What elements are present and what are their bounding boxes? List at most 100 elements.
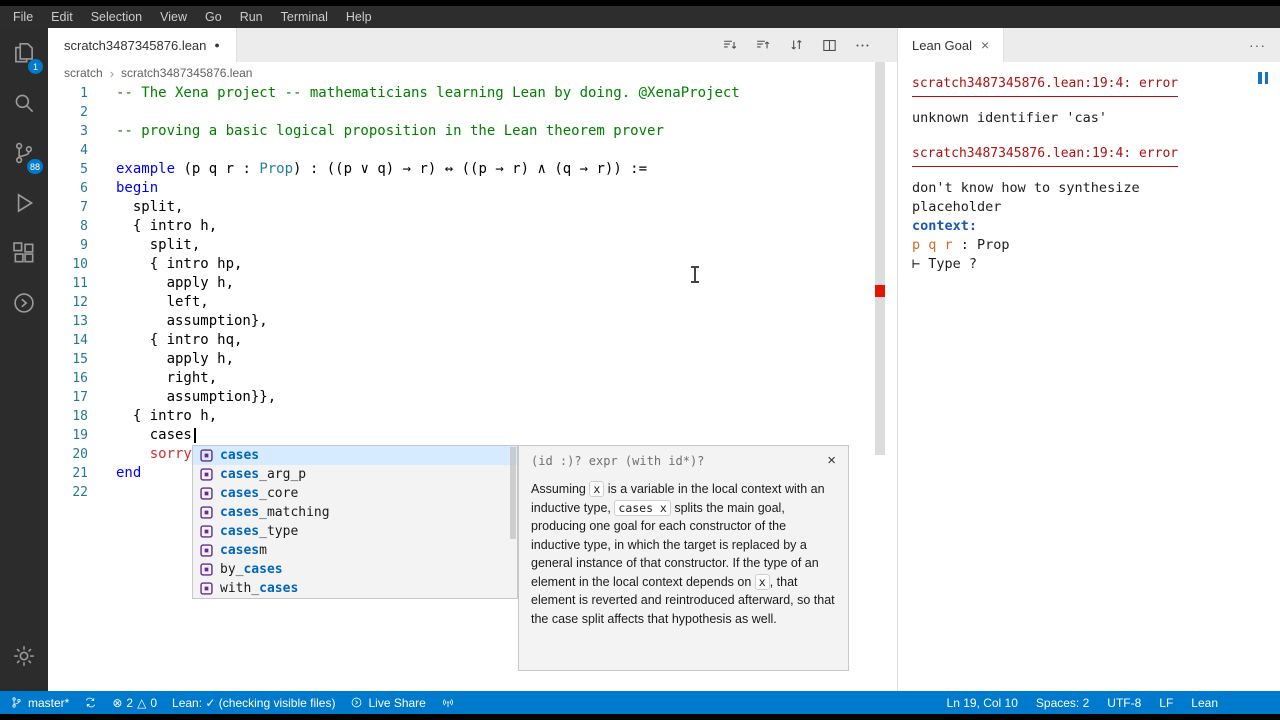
suggestion-item[interactable]: cases_type xyxy=(193,522,517,541)
code-line[interactable]: 12 left, xyxy=(48,293,897,312)
suggest-scrollbar[interactable] xyxy=(510,447,516,539)
suggestion-item[interactable]: cases_matching xyxy=(193,503,517,522)
menu-run[interactable]: Run xyxy=(231,6,272,28)
panel-header: Lean Goal × ··· xyxy=(898,28,1280,62)
activity-explorer[interactable]: 1 xyxy=(0,28,48,78)
code-line[interactable]: 7 split, xyxy=(48,198,897,217)
sort-lines-icon[interactable] xyxy=(722,37,739,54)
menu-view[interactable]: View xyxy=(151,6,196,28)
close-icon[interactable]: × xyxy=(981,37,989,53)
suggestion-item[interactable]: casesm xyxy=(193,541,517,560)
warning-icon: △ xyxy=(137,695,147,710)
encoding-setting[interactable]: UTF-8 xyxy=(1107,696,1141,710)
menu-file[interactable]: File xyxy=(4,6,42,28)
line-number: 6 xyxy=(80,181,88,196)
tab-lean-goal[interactable]: Lean Goal × xyxy=(898,28,1005,62)
code-line[interactable]: 11 apply h, xyxy=(48,274,897,293)
split-editor-icon[interactable] xyxy=(821,37,838,54)
menu-help[interactable]: Help xyxy=(337,6,381,28)
dirty-indicator-icon[interactable]: ● xyxy=(214,40,219,50)
problems-indicator[interactable]: ⊗ 2 △ 0 xyxy=(112,696,157,710)
lean-status[interactable]: Lean: ✓ (checking visible files) xyxy=(172,696,335,710)
code-line[interactable]: 15 apply h, xyxy=(48,350,897,369)
error-location-link[interactable]: scratch3487345876.lean:19:4: error xyxy=(912,144,1179,167)
close-icon[interactable]: × xyxy=(827,453,836,468)
activity-bar: 1 88 xyxy=(0,28,48,691)
activity-run-debug[interactable] xyxy=(0,178,48,228)
language-mode[interactable]: Lean xyxy=(1191,696,1218,710)
activity-extensions[interactable] xyxy=(0,228,48,278)
line-number: 21 xyxy=(72,466,88,481)
suggestion-item[interactable]: by_cases xyxy=(193,560,517,579)
mouse-cursor xyxy=(691,266,699,283)
pause-updating-icon[interactable] xyxy=(1258,72,1268,84)
code-line[interactable]: 9 split, xyxy=(48,236,897,255)
branch-status[interactable]: master* xyxy=(10,696,69,710)
sort-lines-reverse-icon[interactable] xyxy=(755,37,772,54)
panel-tab-title: Lean Goal xyxy=(912,37,972,53)
suggestion-item[interactable]: with_cases xyxy=(193,579,517,598)
code-line[interactable]: 16 right, xyxy=(48,369,897,388)
broadcast-button[interactable] xyxy=(441,696,455,710)
line-number: 7 xyxy=(80,200,88,215)
panel-more-actions-icon[interactable]: ··· xyxy=(1249,37,1280,53)
menu-selection[interactable]: Selection xyxy=(82,6,151,28)
indentation-setting[interactable]: Spaces: 2 xyxy=(1036,696,1089,710)
code-text: sorry xyxy=(88,445,192,464)
snippet-icon xyxy=(199,543,214,558)
code-line[interactable]: 14 { intro hq, xyxy=(48,331,897,350)
activity-source-control[interactable]: 88 xyxy=(0,128,48,178)
line-number: 10 xyxy=(72,257,88,272)
live-share-button[interactable]: Live Share xyxy=(350,696,426,710)
docs-text: Assuming x is a variable in the local co… xyxy=(531,481,835,626)
code-line[interactable]: 8 { intro h, xyxy=(48,217,897,236)
swap-arrows-icon[interactable] xyxy=(788,37,805,54)
suggestion-item[interactable]: cases_core xyxy=(193,484,517,503)
code-line[interactable]: 3 -- proving a basic logical proposition … xyxy=(48,122,897,141)
panel-body: scratch3487345876.lean:19:4: error unkno… xyxy=(898,62,1280,691)
settings-gear[interactable] xyxy=(0,631,48,681)
code-line[interactable]: 2 xyxy=(48,103,897,122)
breadcrumb-folder[interactable]: scratch xyxy=(64,66,103,80)
breadcrumb-file[interactable]: scratch3487345876.lean xyxy=(121,66,252,80)
run-debug-icon xyxy=(17,193,34,213)
editor-scrollbar[interactable] xyxy=(875,62,885,455)
activity-live-share[interactable] xyxy=(0,278,48,328)
suggestion-item[interactable]: cases_arg_p xyxy=(193,465,517,484)
code-text: { intro hp, xyxy=(116,256,243,272)
code-text: { intro h, xyxy=(116,408,218,424)
code-line[interactable]: 1 -- The Xena project -- mathematicians l… xyxy=(48,84,897,103)
line-number: 2 xyxy=(80,105,88,120)
line-number: 19 xyxy=(72,428,88,443)
tab-scratch-file[interactable]: scratch3487345876.lean ● xyxy=(48,28,237,62)
line-number: 16 xyxy=(72,371,88,386)
suggestion-item[interactable]: cases xyxy=(193,446,517,465)
code-line[interactable]: 18 { intro h, xyxy=(48,407,897,426)
code-text: { intro h, xyxy=(116,218,218,234)
menu-terminal[interactable]: Terminal xyxy=(272,6,337,28)
menu-go[interactable]: Go xyxy=(196,6,231,28)
line-number: 9 xyxy=(80,238,88,253)
code-line[interactable]: 13 assumption}, xyxy=(48,312,897,331)
eol-setting[interactable]: LF xyxy=(1159,696,1173,710)
code-line[interactable]: 10 { intro hp, xyxy=(48,255,897,274)
activity-search[interactable] xyxy=(0,78,48,128)
code-line[interactable]: 4 xyxy=(48,141,897,160)
sync-button[interactable] xyxy=(84,696,97,709)
code-line[interactable]: 19 cases xyxy=(48,426,897,445)
code-line[interactable]: 5 example (p q r : Prop) : ((p ∨ q) → r) … xyxy=(48,160,897,179)
code-text: split, xyxy=(116,199,184,215)
editor-actions xyxy=(722,28,897,62)
overview-ruler-error-mark xyxy=(875,285,885,297)
error-location-link[interactable]: scratch3487345876.lean:19:4: error xyxy=(912,74,1179,97)
tab-title: scratch3487345876.lean xyxy=(64,37,207,53)
code-line[interactable]: 17 assumption}}, xyxy=(48,388,897,407)
code-line[interactable]: 6 begin xyxy=(48,179,897,198)
more-actions-icon[interactable] xyxy=(854,37,871,54)
menu-edit[interactable]: Edit xyxy=(42,6,82,28)
cursor-position[interactable]: Ln 19, Col 10 xyxy=(947,696,1018,710)
live-share-icon xyxy=(352,697,362,708)
sorry-token: sorry xyxy=(149,446,192,462)
